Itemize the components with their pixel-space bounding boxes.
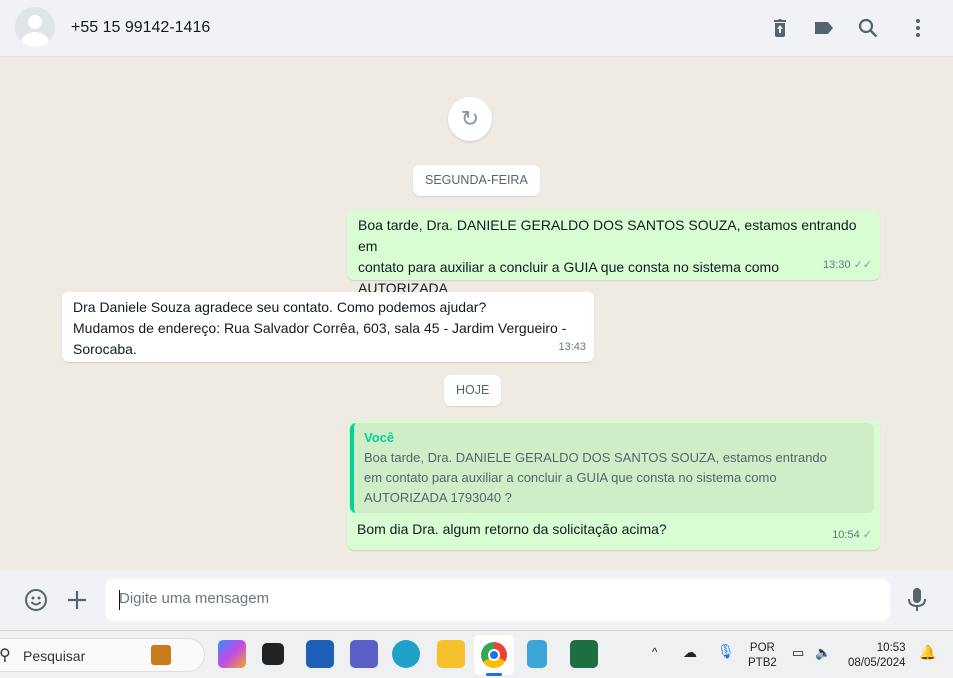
search-label: Pesquisar — [23, 648, 86, 664]
contact-name[interactable]: +55 15 99142-1416 — [71, 19, 210, 37]
message-text: Sorocaba. — [73, 341, 137, 357]
microphone-tray-icon[interactable]: 🎙 — [717, 644, 735, 659]
copilot-icon[interactable] — [218, 640, 246, 668]
briefcase-icon — [151, 645, 171, 665]
taskbar: ⚲ Pesquisar ^ ☁ 🎙 POR PTB2 ▭ 🔈 10:53 08/05/… — [0, 630, 953, 678]
quote-text: Boa tarde, Dra. DANIELE GERALDO DOS SANT… — [364, 450, 827, 465]
trash-icon[interactable] — [768, 16, 792, 40]
message-list[interactable]: ↻ SEGUNDA-FEIRA Boa tarde, Dra. DANIELE … — [0, 57, 953, 570]
double-check-icon: ✓✓ — [853, 259, 872, 271]
message-text: Mudamos de endereço: Rua Salvador Corrêa… — [73, 320, 567, 336]
composer: Digite uma mensagem — [0, 570, 953, 630]
message-time: 13:43 — [558, 341, 586, 353]
volume-icon[interactable]: 🔈 — [815, 645, 831, 660]
message-text: Boa tarde, Dra. DANIELE GERALDO DOS SANT… — [358, 217, 857, 254]
microphone-icon[interactable] — [907, 587, 927, 613]
incoming-message[interactable]: Dra Daniele Souza agradece seu contato. … — [62, 292, 594, 362]
language-indicator[interactable]: POR PTB2 — [748, 641, 777, 671]
search-icon: ⚲ — [0, 647, 11, 664]
chrome-button[interactable] — [474, 635, 514, 676]
quote-author: Você — [364, 430, 395, 445]
edge-icon[interactable] — [392, 640, 420, 668]
check-icon: ✓ — [862, 529, 872, 541]
emoji-icon[interactable] — [24, 588, 48, 612]
message-time: 10:54 — [832, 529, 860, 541]
label-icon[interactable] — [812, 16, 836, 40]
task-view-icon[interactable] — [262, 643, 284, 665]
quote-text: AUTORIZADA 1793040 ? — [364, 490, 512, 505]
outgoing-message[interactable]: Boa tarde, Dra. DANIELE GERALDO DOS SANT… — [347, 210, 880, 317]
quoted-message[interactable]: Você Boa tarde, Dra. DANIELE GERALDO DOS… — [350, 423, 874, 513]
refresh-icon[interactable]: ↻ — [448, 97, 492, 141]
excel-icon[interactable] — [570, 640, 598, 668]
onedrive-icon[interactable]: ☁ — [683, 645, 697, 660]
notepad-icon[interactable] — [527, 640, 547, 668]
quote-text: em contato para auxiliar a concluir a GU… — [364, 470, 777, 485]
teams-icon[interactable] — [350, 640, 378, 668]
day-label: SEGUNDA-FEIRA — [413, 165, 540, 196]
message-time: 13:30 — [822, 259, 851, 271]
plus-icon[interactable] — [66, 589, 88, 611]
message-text: Dra Daniele Souza agradece seu contato. … — [73, 299, 487, 315]
message-text: Bom dia Dra. algum retorno da solicitaçã… — [357, 521, 667, 537]
store-icon[interactable] — [306, 640, 334, 668]
show-hidden-icons-chevron[interactable]: ^ — [652, 646, 657, 661]
network-icon[interactable]: ▭ — [792, 645, 804, 660]
avatar[interactable] — [15, 7, 55, 47]
menu-icon[interactable] — [906, 16, 930, 40]
day-label: HOJE — [444, 375, 502, 406]
outgoing-message[interactable]: Você Boa tarde, Dra. DANIELE GERALDO DOS… — [347, 420, 880, 550]
message-input[interactable]: Digite uma mensagem — [105, 579, 890, 621]
clock[interactable]: 10:53 08/05/2024 — [848, 641, 906, 671]
file-explorer-icon[interactable] — [437, 640, 465, 668]
search-icon[interactable] — [856, 16, 880, 40]
chat-header: +55 15 99142-1416 — [0, 0, 953, 57]
taskbar-search[interactable]: ⚲ Pesquisar — [0, 638, 205, 672]
notification-bell-icon[interactable]: 🔔 — [919, 645, 936, 660]
